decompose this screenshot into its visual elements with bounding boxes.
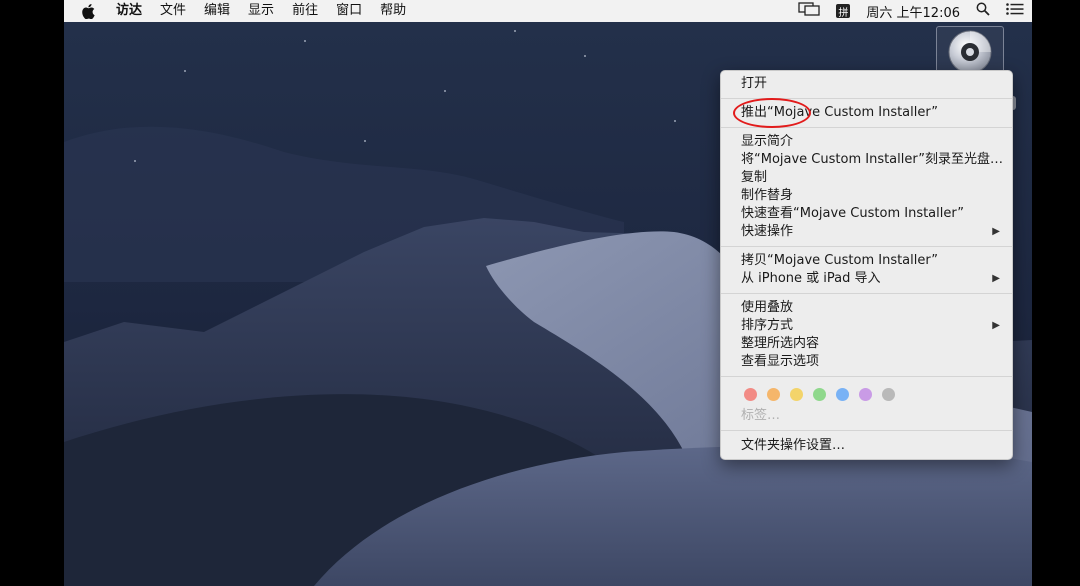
menu-separator (721, 376, 1012, 377)
menu-item-sort-by[interactable]: 排序方式 ▶ (721, 317, 1012, 335)
menu-file[interactable]: 文件 (151, 0, 195, 22)
tag-purple-dot[interactable] (859, 388, 872, 401)
apple-menu-icon[interactable] (64, 3, 107, 19)
menu-view[interactable]: 显示 (239, 0, 283, 22)
star (514, 30, 516, 32)
menu-item-copy[interactable]: 拷贝“Mojave Custom Installer” (721, 252, 1012, 270)
menu-finder[interactable]: 访达 (107, 0, 151, 22)
menu-item-get-info[interactable]: 显示简介 (721, 133, 1012, 151)
star (304, 40, 306, 42)
menu-item-quick-actions[interactable]: 快速操作 ▶ (721, 223, 1012, 241)
menu-item-folder-actions[interactable]: 文件夹操作设置… (721, 437, 1012, 455)
notification-center-icon[interactable] (1006, 3, 1024, 19)
menu-item-quick-look[interactable]: 快速查看“Mojave Custom Installer” (721, 205, 1012, 223)
menu-item-label: 从 iPhone 或 iPad 导入 (741, 271, 881, 286)
tag-yellow-dot[interactable] (790, 388, 803, 401)
menu-item-open[interactable]: 打开 (721, 75, 1012, 93)
menu-help[interactable]: 帮助 (371, 0, 415, 22)
context-menu: 打开 推出“Mojave Custom Installer” 显示简介 将“Mo… (720, 70, 1013, 460)
spotlight-search-icon[interactable] (976, 2, 990, 20)
submenu-arrow-icon: ▶ (992, 273, 1000, 284)
star (184, 70, 186, 72)
submenu-arrow-icon: ▶ (992, 320, 1000, 331)
menu-bar: 访达 文件 编辑 显示 前往 窗口 帮助 拼 周六 上午12:06 (64, 0, 1032, 23)
tag-gray-dot[interactable] (882, 388, 895, 401)
menu-item-label: 排序方式 (741, 318, 794, 333)
menu-window[interactable]: 窗口 (327, 0, 371, 22)
menu-item-clean-up[interactable]: 整理所选内容 (721, 335, 1012, 353)
menu-separator (721, 246, 1012, 247)
star (134, 160, 136, 162)
star (444, 90, 446, 92)
menu-item-label: 快速操作 (741, 224, 794, 239)
display-mirroring-icon[interactable] (798, 2, 821, 20)
star (364, 140, 366, 142)
tag-orange-dot[interactable] (767, 388, 780, 401)
menu-item-use-stacks[interactable]: 使用叠放 (721, 299, 1012, 317)
menu-item-make-alias[interactable]: 制作替身 (721, 187, 1012, 205)
menu-separator (721, 430, 1012, 431)
tag-blue-dot[interactable] (836, 388, 849, 401)
star (584, 55, 586, 57)
tag-red-dot[interactable] (744, 388, 757, 401)
menu-separator (721, 293, 1012, 294)
menu-item-duplicate[interactable]: 复制 (721, 169, 1012, 187)
annotation-circle (733, 98, 811, 128)
menu-edit[interactable]: 编辑 (195, 0, 239, 22)
menu-item-import-iphone[interactable]: 从 iPhone 或 iPad 导入 ▶ (721, 270, 1012, 288)
submenu-arrow-icon: ▶ (992, 226, 1000, 237)
menu-item-view-options[interactable]: 查看显示选项 (721, 353, 1012, 371)
tag-green-dot[interactable] (813, 388, 826, 401)
menubar-clock[interactable]: 周六 上午12:06 (866, 2, 960, 21)
menu-item-tags[interactable]: 标签… (721, 407, 1012, 425)
input-method-icon[interactable]: 拼 (836, 4, 851, 19)
star (674, 120, 676, 122)
menu-go[interactable]: 前往 (283, 0, 327, 22)
menu-item-burn[interactable]: 将“Mojave Custom Installer”刻录至光盘… (721, 151, 1012, 169)
